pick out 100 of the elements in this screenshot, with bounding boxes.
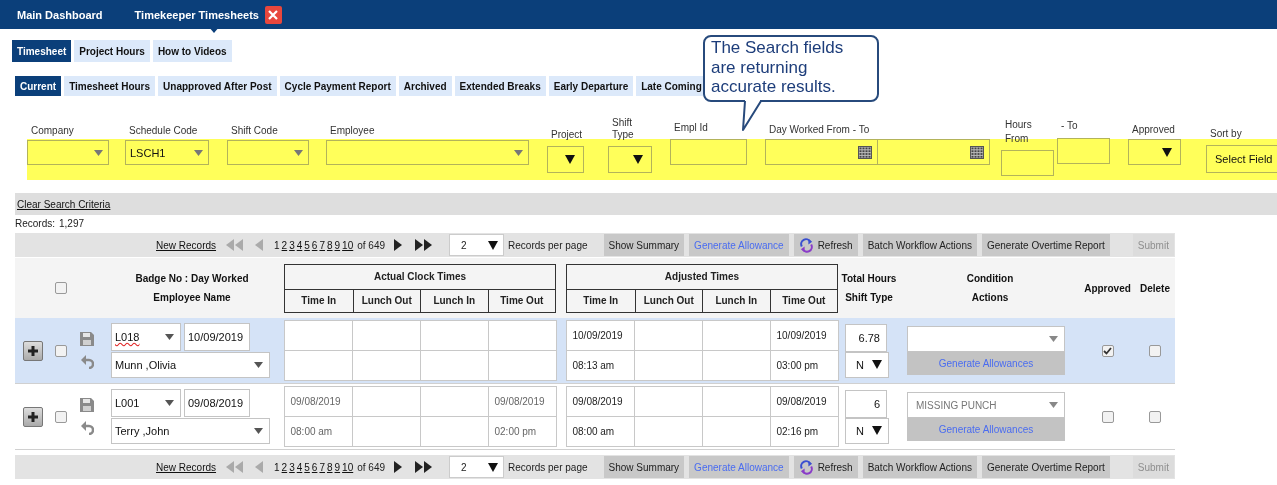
dropdown-field[interactable]: LSCH1	[125, 140, 209, 165]
time-cell[interactable]	[633, 350, 703, 381]
employee-select[interactable]: Munn ,Olivia	[111, 352, 270, 378]
clear-search-link[interactable]: Clear Search Criteria	[17, 198, 111, 210]
time-cell[interactable]	[701, 350, 771, 381]
toolbar-button[interactable]: Generate Overtime Report	[981, 234, 1110, 256]
toolbar-button[interactable]: Generate Overtime Report	[981, 456, 1110, 478]
new-records-link[interactable]: New Records	[156, 461, 217, 473]
select-all-checkbox[interactable]	[55, 282, 67, 294]
dropdown-field[interactable]	[547, 146, 584, 173]
tab[interactable]: Current	[15, 76, 62, 96]
total-hours-field[interactable]: 6.78	[845, 323, 887, 352]
time-cell[interactable]	[351, 350, 421, 381]
toolbar-button[interactable]: Batch Workflow Actions	[862, 456, 977, 478]
dropdown-field[interactable]	[227, 140, 309, 165]
page-link[interactable]: 5	[304, 239, 310, 251]
dropdown-field[interactable]	[1128, 139, 1181, 165]
time-cell[interactable]: 09/08/2019	[283, 386, 353, 417]
approved-checkbox[interactable]	[1101, 344, 1114, 357]
time-cell[interactable]: 10/09/2019	[565, 320, 635, 351]
time-cell[interactable]: 09/08/2019	[487, 386, 557, 417]
page-link[interactable]: 4	[296, 239, 303, 251]
input-field[interactable]	[1001, 150, 1054, 176]
page-link[interactable]: 7	[319, 239, 325, 251]
tab[interactable]: Project Hours	[74, 40, 150, 62]
page-link[interactable]: 1	[274, 239, 280, 251]
total-hours-field[interactable]: 6	[845, 389, 887, 418]
page-link[interactable]: 6	[311, 461, 318, 473]
badge-select[interactable]: L018	[111, 323, 181, 351]
expand-button[interactable]	[22, 340, 43, 361]
undo-icon[interactable]	[80, 354, 94, 369]
condition-select[interactable]: MISSING PUNCH	[907, 392, 1065, 418]
tab[interactable]: Timesheet	[12, 40, 72, 62]
tab[interactable]: Early Departure	[548, 76, 634, 96]
time-cell[interactable]	[351, 320, 421, 351]
expand-button[interactable]	[22, 406, 43, 427]
toolbar-button[interactable]: Show Summary	[603, 234, 685, 256]
time-cell[interactable]: 02:16 pm	[769, 416, 839, 447]
triangle-right-icon[interactable]	[394, 461, 404, 473]
time-cell[interactable]: 08:00 am	[565, 416, 635, 447]
dropdown-field[interactable]	[326, 140, 529, 165]
badge-select[interactable]: L001	[111, 389, 181, 417]
page-link[interactable]: 8	[326, 239, 333, 251]
save-icon[interactable]	[80, 332, 94, 346]
undo-icon[interactable]	[80, 420, 94, 435]
per-page-select[interactable]: 2	[449, 456, 505, 478]
tab[interactable]: Timesheet Hours	[64, 76, 156, 96]
shift-type-select[interactable]: N	[845, 417, 889, 444]
date-field[interactable]: 10/09/2019	[184, 323, 250, 351]
close-button[interactable]	[264, 5, 282, 24]
time-cell[interactable]: 03:00 pm	[769, 350, 839, 381]
top-tab[interactable]: Timekeeper Timesheets	[134, 8, 259, 21]
delete-checkbox[interactable]	[1149, 344, 1161, 357]
employee-select[interactable]: Terry ,John	[111, 418, 270, 444]
time-cell[interactable]	[701, 320, 771, 351]
page-link[interactable]: 10	[342, 239, 354, 251]
date-field[interactable]: 09/08/2019	[184, 389, 250, 417]
page-link[interactable]: 6	[311, 239, 318, 251]
time-cell[interactable]	[633, 320, 703, 351]
page-link[interactable]: 7	[319, 461, 325, 473]
per-page-select[interactable]: 2	[449, 234, 505, 256]
page-link[interactable]: 5	[304, 461, 310, 473]
time-cell[interactable]	[283, 320, 353, 351]
tab[interactable]: Unapproved After Post	[158, 76, 277, 96]
time-cell[interactable]	[283, 350, 353, 381]
date-field[interactable]	[765, 139, 878, 165]
sort-select[interactable]: Select Field	[1206, 145, 1277, 173]
save-icon[interactable]	[80, 398, 94, 412]
page-link[interactable]: 3	[289, 239, 295, 251]
time-cell[interactable]: 02:00 pm	[487, 416, 557, 447]
table-row[interactable]: L018 10/09/2019 Munn ,Olivia 10/09/2019 10/09/2019 08:13 am 03:00 pm 6.78 N Generate Allowances	[15, 318, 1175, 384]
tab[interactable]: Extended Breaks	[454, 76, 546, 96]
time-cell[interactable]	[419, 320, 489, 351]
row-checkbox[interactable]	[55, 410, 67, 423]
page-link[interactable]: 9	[334, 461, 341, 473]
dropdown-field[interactable]	[27, 140, 109, 165]
page-link[interactable]: 8	[326, 461, 333, 473]
page-link[interactable]: 4	[296, 461, 303, 473]
date-field[interactable]	[878, 139, 990, 165]
input-field[interactable]	[670, 139, 747, 165]
page-link[interactable]: 1	[274, 461, 280, 473]
time-cell[interactable]: 08:00 am	[283, 416, 353, 447]
table-row[interactable]: L001 09/08/2019 Terry ,John 09/08/2019 09/08/2019 08:00 am 02:00 pm 09/08/2019 09/08/2019 08:00 am 02:16 pm 6 N MISSING PUNCH Generate Allowances	[15, 384, 1175, 450]
condition-select[interactable]	[907, 326, 1065, 352]
toolbar-button[interactable]: Batch Workflow Actions	[862, 234, 977, 256]
top-tab[interactable]: Main Dashboard	[17, 8, 103, 21]
row-checkbox[interactable]	[55, 344, 67, 357]
page-link[interactable]: 10	[342, 461, 354, 473]
approved-checkbox[interactable]	[1101, 410, 1114, 423]
double-triangle-right-icon[interactable]	[415, 461, 433, 473]
delete-checkbox[interactable]	[1149, 410, 1161, 423]
refresh-button[interactable]: Refresh	[793, 456, 858, 478]
triangle-right-icon[interactable]	[394, 239, 404, 251]
page-link[interactable]: 3	[289, 461, 295, 473]
time-cell[interactable]: 09/08/2019	[769, 386, 839, 417]
page-link[interactable]: 2	[281, 461, 288, 473]
time-cell[interactable]: 09/08/2019	[565, 386, 635, 417]
calendar-icon[interactable]	[858, 145, 872, 159]
time-cell[interactable]	[419, 350, 489, 381]
dropdown-field[interactable]	[608, 146, 652, 173]
